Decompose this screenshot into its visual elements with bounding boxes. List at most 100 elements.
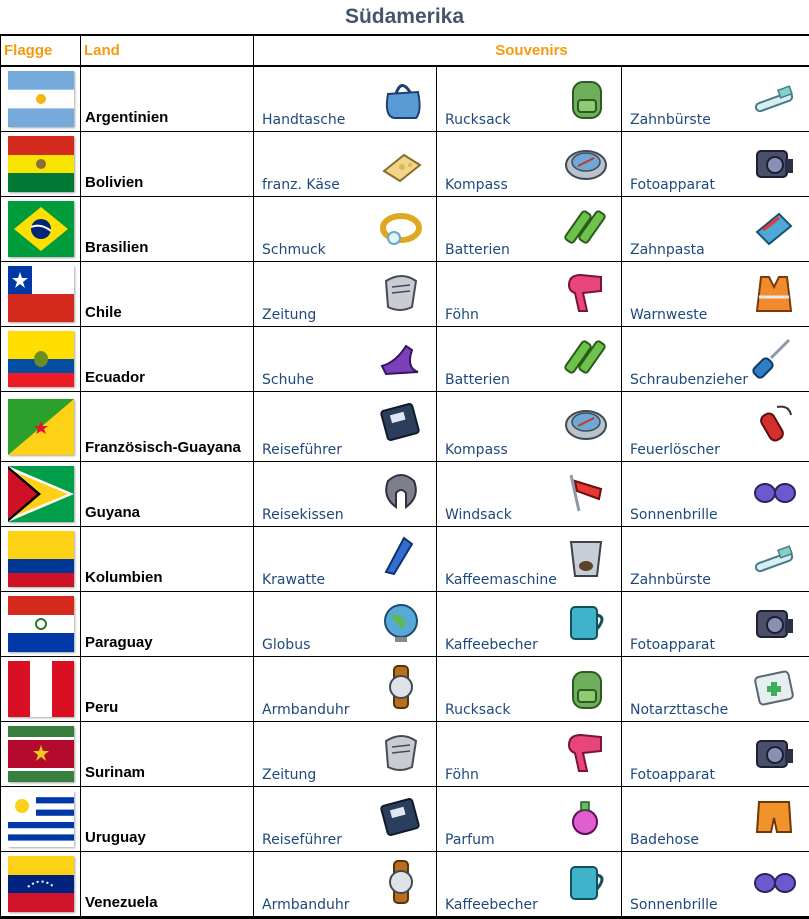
table-row: Argentinien Handtasche Rucksack Zahnbürste — [1, 66, 809, 132]
safety-vest-icon — [749, 267, 799, 317]
souvenir-name: Zahnpasta — [630, 242, 705, 258]
souvenir-name: Schraubenzieher — [630, 372, 748, 388]
flag-cell — [1, 657, 81, 722]
souvenir-name: Reiseführer — [262, 442, 342, 458]
souvenir-name: Armbanduhr — [262, 702, 349, 718]
country-cell: Bolivien — [81, 132, 254, 197]
perfume-icon — [561, 792, 611, 842]
camera-icon — [749, 727, 799, 777]
souvenir-cell: Warnweste — [622, 262, 809, 327]
travel-pillow-icon — [376, 467, 426, 517]
table-row: Uruguay Reiseführer Parfum Badehose — [1, 787, 809, 852]
souvenir-cell: Fotoapparat — [622, 592, 809, 657]
souvenir-cell: Rucksack — [437, 657, 622, 722]
souvenir-name: Föhn — [445, 307, 479, 323]
table-row: PeruArmbanduhrRucksackNotarzttasche — [1, 657, 809, 722]
camera-icon — [749, 137, 799, 187]
souvenir-cell: franz. Käse — [254, 132, 437, 197]
souvenir-cell: Schraubenzieher — [622, 327, 809, 392]
venezuela-flag — [8, 856, 74, 912]
souvenir-cell: Kompass — [437, 392, 622, 462]
souvenir-cell: Windsack — [437, 462, 622, 527]
souvenir-name: Rucksack — [445, 702, 510, 718]
guyana-flag — [8, 466, 74, 522]
souvenir-name: Parfum — [445, 832, 495, 848]
souvenir-name: Batterien — [445, 242, 510, 258]
souvenir-name: Sonnenbrille — [630, 897, 718, 913]
souvenir-name: Schuhe — [262, 372, 314, 388]
souvenir-name: Sonnenbrille — [630, 507, 718, 523]
country-name: Ecuador — [81, 368, 253, 391]
souvenir-cell: Fotoapparat — [622, 722, 809, 787]
brazil-flag — [8, 201, 74, 257]
souvenir-cell: Batterien — [437, 197, 622, 262]
table-row: ParaguayGlobusKaffeebecherFotoapparat — [1, 592, 809, 657]
souvenir-name: franz. Käse — [262, 177, 340, 193]
souvenir-cell: Kaffeemaschine — [437, 527, 622, 592]
souvenir-name: Batterien — [445, 372, 510, 388]
backpack-icon — [561, 72, 611, 122]
souvenir-name: Armbanduhr — [262, 897, 349, 913]
chile-flag — [8, 266, 74, 322]
flag-cell — [1, 462, 81, 527]
flag-cell — [1, 527, 81, 592]
souvenir-cell: Zahnpasta — [622, 197, 809, 262]
table-row: Ecuador Schuhe Batterien Schraubenzieher — [1, 327, 809, 392]
guidebook-icon — [376, 397, 426, 447]
country-cell: Paraguay — [81, 592, 254, 657]
flag-cell — [1, 66, 81, 132]
fire-extinguisher-icon — [749, 397, 799, 447]
flag-cell — [1, 327, 81, 392]
newspaper-icon — [376, 267, 426, 317]
flag-cell — [1, 852, 81, 918]
souvenir-cell: Zahnbürste — [622, 66, 809, 132]
country-cell: Uruguay — [81, 787, 254, 852]
ring-icon — [376, 202, 426, 252]
country-name: Französisch-Guayana — [81, 438, 253, 461]
souvenir-cell: Schmuck — [254, 197, 437, 262]
souvenir-cell: Parfum — [437, 787, 622, 852]
souvenir-name: Reiseführer — [262, 832, 342, 848]
suriname-flag — [8, 726, 74, 782]
page-title: Südamerika — [0, 0, 809, 34]
souvenir-cell: Föhn — [437, 722, 622, 787]
header-souvenirs: Souvenirs — [254, 35, 809, 66]
globe-icon — [376, 597, 426, 647]
table-row: VenezuelaArmbanduhrKaffeebecherSonnenbri… — [1, 852, 809, 918]
country-cell: Chile — [81, 262, 254, 327]
country-name: Bolivien — [81, 173, 253, 196]
souvenir-name: Zahnbürste — [630, 572, 711, 588]
souvenir-name: Rucksack — [445, 112, 510, 128]
souvenir-cell: Föhn — [437, 262, 622, 327]
table-row: ChileZeitung Föhn Warnweste — [1, 262, 809, 327]
souvenir-cell: Reiseführer — [254, 392, 437, 462]
toothbrush-icon — [749, 532, 799, 582]
souvenir-cell: Schuhe — [254, 327, 437, 392]
souvenir-name: Handtasche — [262, 112, 345, 128]
souvenir-name: Kompass — [445, 442, 508, 458]
souvenir-cell: Fotoapparat — [622, 132, 809, 197]
header-row: Flagge Land Souvenirs — [1, 35, 809, 66]
souvenir-name: Fotoapparat — [630, 637, 715, 653]
souvenir-cell: Notarzttasche — [622, 657, 809, 722]
country-cell: Surinam — [81, 722, 254, 787]
souvenir-name: Fotoapparat — [630, 767, 715, 783]
cheese-icon — [376, 137, 426, 187]
colombia-flag — [8, 531, 74, 587]
souvenir-cell: Batterien — [437, 327, 622, 392]
country-cell: Argentinien — [81, 66, 254, 132]
guidebook-icon — [376, 792, 426, 842]
country-name: Guyana — [81, 503, 253, 526]
souvenir-name: Föhn — [445, 767, 479, 783]
souvenir-name: Zahnbürste — [630, 112, 711, 128]
souvenir-cell: Zeitung — [254, 262, 437, 327]
handbag-icon — [376, 72, 426, 122]
souvenir-name: Notarzttasche — [630, 702, 728, 718]
first-aid-bag-icon — [749, 662, 799, 712]
uruguay-flag — [8, 791, 74, 847]
souvenir-cell: Reiseführer — [254, 787, 437, 852]
souvenir-name: Badehose — [630, 832, 699, 848]
flag-cell — [1, 392, 81, 462]
souvenir-name: Reisekissen — [262, 507, 344, 523]
wristwatch-icon — [376, 662, 426, 712]
